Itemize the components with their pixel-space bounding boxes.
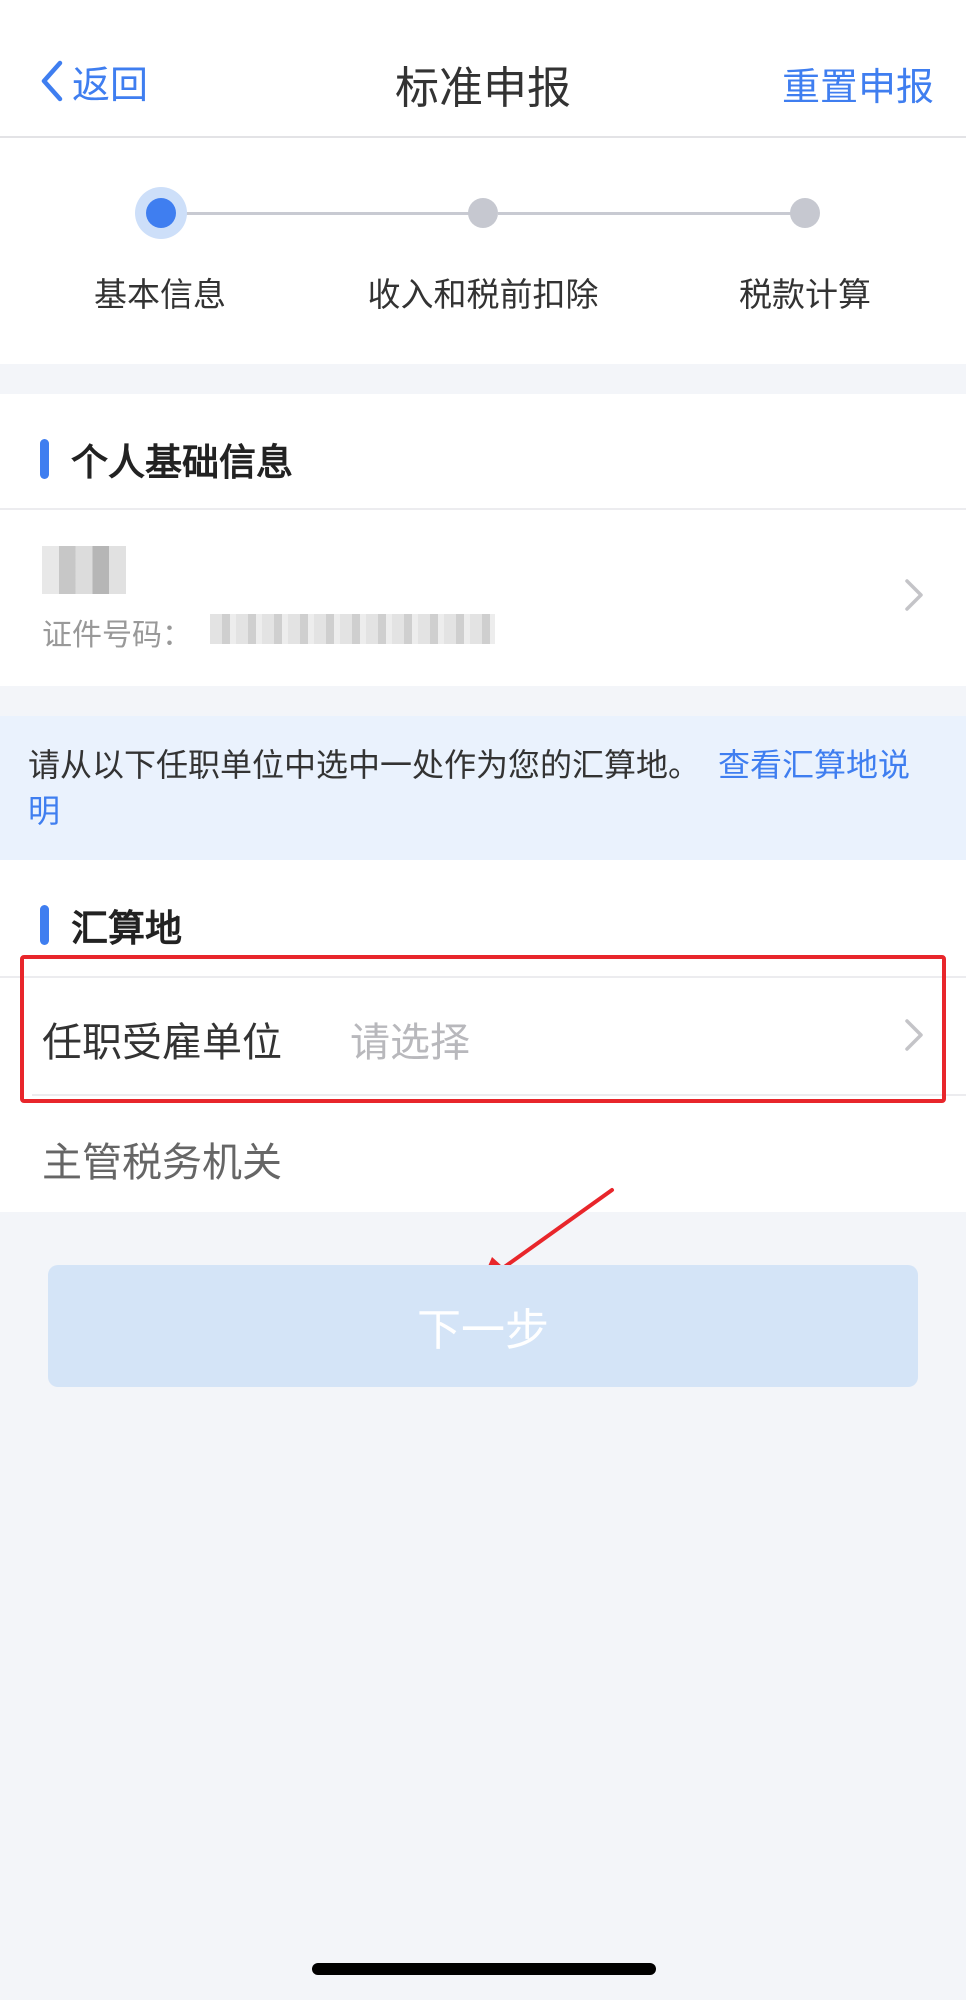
notice-message: 请从以下任职单位中选中一处作为您的汇算地。 bbox=[28, 746, 701, 784]
settlement-title: 汇算地 bbox=[71, 907, 182, 950]
section-accent-bar bbox=[40, 905, 49, 945]
personal-info-title: 个人基础信息 bbox=[71, 441, 293, 484]
settlement-header: 汇算地 bbox=[40, 898, 182, 952]
personal-info-header: 个人基础信息 bbox=[40, 432, 293, 486]
step-3-dot bbox=[790, 198, 820, 228]
step-2-label: 收入和税前扣除 bbox=[367, 275, 599, 314]
step-1-label: 基本信息 bbox=[94, 275, 226, 314]
section-accent-bar bbox=[40, 439, 49, 479]
step-2-dot bbox=[468, 198, 498, 228]
chevron-right-icon bbox=[905, 579, 923, 611]
tax-authority-label: 主管税务机关 bbox=[42, 1140, 282, 1186]
nav-bar: 返回 标准申报 重置申报 bbox=[0, 0, 966, 138]
name-redacted bbox=[42, 546, 126, 594]
reset-declaration-button[interactable]: 重置申报 bbox=[782, 56, 934, 111]
step-1-dot bbox=[146, 198, 176, 228]
settlement-notice: 请从以下任职单位中选中一处作为您的汇算地。 查看汇算地说明 bbox=[0, 716, 966, 860]
notice-text: 请从以下任职单位中选中一处作为您的汇算地。 查看汇算地说明 bbox=[28, 742, 938, 834]
divider bbox=[0, 508, 966, 510]
id-number-label: 证件号码： bbox=[42, 618, 192, 653]
home-indicator bbox=[312, 1963, 656, 1975]
next-step-button[interactable]: 下一步 bbox=[48, 1265, 918, 1387]
id-number-redacted bbox=[210, 614, 495, 644]
step-indicator: 基本信息 收入和税前扣除 税款计算 bbox=[0, 138, 966, 364]
step-connector bbox=[176, 212, 478, 215]
step-connector bbox=[498, 212, 798, 215]
highlight-annotation-box bbox=[20, 955, 946, 1103]
step-3-label: 税款计算 bbox=[739, 275, 871, 314]
